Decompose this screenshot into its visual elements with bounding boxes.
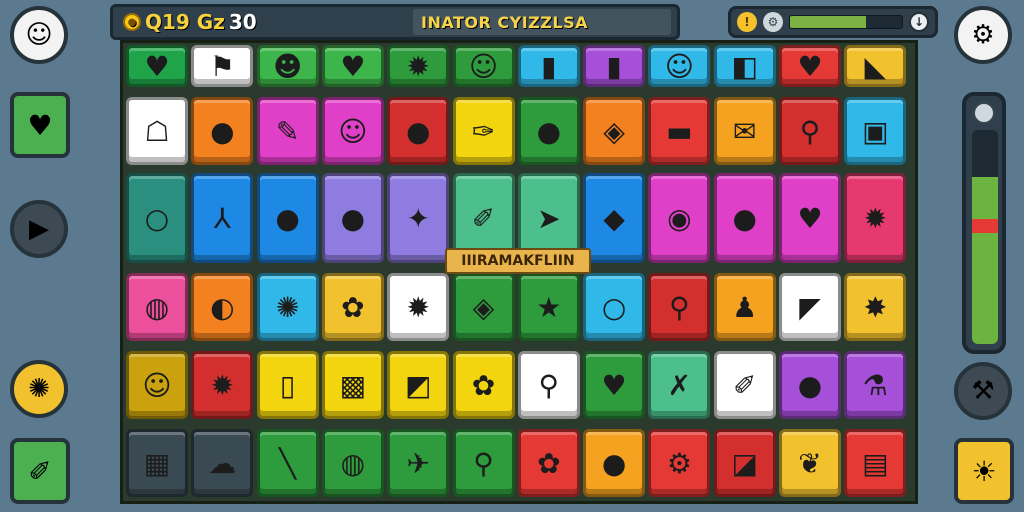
board-tile[interactable]: ♥	[779, 45, 841, 87]
board-tile[interactable]: ●	[517, 97, 580, 165]
board-tile[interactable]: ☺	[648, 45, 711, 87]
board-tile[interactable]: ●	[583, 429, 646, 497]
board-tile[interactable]: ✿	[452, 351, 515, 419]
boost-icon[interactable]: ✺	[10, 360, 68, 418]
board-tile[interactable]: ◍	[126, 273, 188, 341]
avatar[interactable]: ☺	[10, 6, 68, 64]
board-tile[interactable]: ⚑	[191, 45, 254, 87]
status-bar: ! ⚙ ↓	[728, 6, 938, 38]
vertical-progress-meter	[962, 92, 1006, 354]
board-tile[interactable]: ✐	[713, 351, 776, 419]
board-tile[interactable]: ●	[779, 351, 841, 419]
board-tile[interactable]: ✸	[844, 273, 907, 341]
board-tile[interactable]: ○	[126, 173, 188, 263]
board-tile[interactable]: ◐	[191, 273, 254, 341]
energy-fill	[790, 16, 867, 28]
board-tile[interactable]: ☺	[126, 351, 188, 419]
board-tile[interactable]: ◈	[452, 273, 515, 341]
sun-icon[interactable]: ☀	[954, 438, 1014, 504]
top-hud: ● Q19 Gz 30 INATOR CYIZZLSA	[110, 4, 680, 40]
board-tile[interactable]: ✺	[256, 273, 319, 341]
board-tile[interactable]: ◈	[583, 97, 646, 165]
board-tile[interactable]: ◤	[779, 273, 841, 341]
board-tile[interactable]: ♥	[779, 173, 841, 263]
board-tile[interactable]: ✗	[648, 351, 711, 419]
board-tile[interactable]: ◧	[713, 45, 776, 87]
hammer-icon[interactable]: ⚒	[954, 362, 1012, 420]
board-tile[interactable]: ☺	[321, 97, 384, 165]
board-tile[interactable]: ✹	[844, 173, 907, 263]
board-banner: IIIRAMAKFLIIN	[445, 248, 591, 274]
board-tile[interactable]: ◪	[713, 429, 776, 497]
board-tile[interactable]: ╲	[256, 429, 319, 497]
board-tile[interactable]: ●	[321, 173, 384, 263]
score-display: ● Q19 Gz 30	[113, 10, 413, 34]
board-tile[interactable]: ♟	[713, 273, 776, 341]
board-tile[interactable]: ⚲	[779, 97, 841, 165]
board-tile[interactable]: ◣	[844, 45, 907, 87]
board-tile[interactable]: ☖	[126, 97, 188, 165]
meter-fill	[972, 177, 998, 344]
board-tile[interactable]: ▣	[844, 97, 907, 165]
board-tile[interactable]: ●	[256, 173, 319, 263]
board-tile[interactable]: ◆	[583, 173, 646, 263]
score-label: Q19 Gz	[145, 10, 225, 34]
board-tile[interactable]: ✹	[387, 273, 450, 341]
game-board: ♥ ⚑ ☻ ♥ ✹ ☺ ▮ ▮ ☺ ◧ ♥ ◣ ☖ ● ✎ ☺ ● ✑ ● ◈ ▬ ✉ ⚲ ▣ ○ ⅄ ● ● ✦ ✐ ➤ ◆ ◉ ● ♥ ✹ ◍ ◐ ✺ ✿…	[120, 40, 918, 504]
board-tile[interactable]: ◍	[321, 429, 384, 497]
clock-icon[interactable]: ↓	[909, 12, 929, 32]
board-tile[interactable]: ◩	[387, 351, 450, 419]
board-tile[interactable]: ☁	[191, 429, 254, 497]
board-tile[interactable]: ⚙	[648, 429, 711, 497]
board-tile[interactable]: ▦	[126, 429, 188, 497]
board-tile[interactable]: ⚲	[452, 429, 515, 497]
board-tile[interactable]: ✉	[713, 97, 776, 165]
board-tile[interactable]: ▬	[648, 97, 711, 165]
board-tile[interactable]: ☻	[256, 45, 319, 87]
board-tile[interactable]: ✎	[256, 97, 319, 165]
board-tile[interactable]: ✿	[321, 273, 384, 341]
play-icon[interactable]: ▶	[10, 200, 68, 258]
board-tile[interactable]: ○	[583, 273, 646, 341]
board-tile[interactable]: ▮	[517, 45, 580, 87]
score-value: 30	[228, 10, 257, 34]
board-tile[interactable]: ✹	[191, 351, 254, 419]
board-tile[interactable]: ▮	[583, 45, 646, 87]
board-tile[interactable]: ♥	[126, 45, 188, 87]
board-tile[interactable]: ✑	[452, 97, 515, 165]
board-tile[interactable]: ♥	[321, 45, 384, 87]
board-tile[interactable]: ◉	[648, 173, 711, 263]
meter-marker	[972, 218, 998, 233]
board-tile[interactable]: ▤	[844, 429, 907, 497]
board-tile[interactable]: ✿	[517, 429, 580, 497]
meter-knob-icon[interactable]	[973, 102, 995, 124]
settings-mini-icon[interactable]: ⚙	[763, 12, 783, 32]
coin-icon: ●	[123, 13, 141, 31]
board-tile[interactable]: ⚗	[844, 351, 907, 419]
energy-bar	[789, 15, 903, 29]
heart-icon[interactable]: ♥	[10, 92, 70, 158]
gear-icon[interactable]: ⚙	[954, 6, 1012, 64]
board-tile[interactable]: ●	[191, 97, 254, 165]
board-tile[interactable]: ✹	[387, 45, 450, 87]
alert-icon[interactable]: !	[737, 12, 757, 32]
board-tile[interactable]: ⚲	[648, 273, 711, 341]
board-tile[interactable]: ▯	[256, 351, 319, 419]
sword-icon[interactable]: ✐	[10, 438, 70, 504]
board-tile[interactable]: ●	[713, 173, 776, 263]
board-tile[interactable]: ✦	[387, 173, 450, 263]
board-tile[interactable]: ☺	[452, 45, 515, 87]
board-tile[interactable]: ⚲	[517, 351, 580, 419]
board-tile[interactable]: ●	[387, 97, 450, 165]
board-tile[interactable]: ▩	[321, 351, 384, 419]
meter-track	[972, 130, 998, 344]
level-title: INATOR CYIZZLSA	[413, 9, 671, 35]
board-tile[interactable]: ♥	[583, 351, 646, 419]
board-tile[interactable]: ⅄	[191, 173, 254, 263]
board-tile[interactable]: ★	[517, 273, 580, 341]
board-tile[interactable]: ✈	[387, 429, 450, 497]
board-tile[interactable]: ❦	[779, 429, 841, 497]
